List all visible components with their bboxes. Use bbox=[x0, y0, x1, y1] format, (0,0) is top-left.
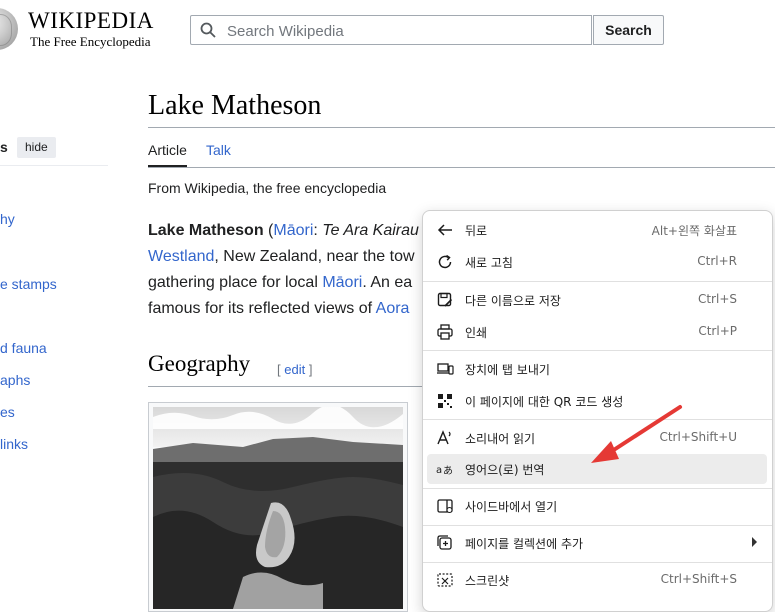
section-heading-geography: Geography bbox=[148, 351, 251, 376]
refresh-icon bbox=[438, 254, 452, 269]
maori-link[interactable]: Māori bbox=[273, 222, 313, 239]
menu-item-label: 페이지를 컬렉션에 추가 bbox=[465, 537, 584, 551]
menu-item-translate[interactable]: aあ 영어으(로) 번역 bbox=[427, 454, 767, 484]
translate-icon: aあ bbox=[436, 465, 453, 477]
menu-item-label: 인쇄 bbox=[465, 326, 488, 340]
menu-item-label: 영어으(로) 번역 bbox=[465, 463, 545, 477]
menu-item-print[interactable]: 인쇄 Ctrl+P bbox=[427, 317, 767, 347]
toc-item[interactable]: es bbox=[0, 404, 15, 420]
toc-item[interactable]: aphs bbox=[0, 372, 30, 388]
lead-line-4: famous for its reflected views of Aora bbox=[148, 300, 409, 318]
section-divider bbox=[148, 386, 428, 387]
collections-add-icon bbox=[437, 535, 452, 550]
save-as-icon bbox=[437, 292, 453, 307]
tabs-divider bbox=[148, 167, 775, 168]
menu-item-shortcut: Ctrl+S bbox=[697, 292, 737, 306]
menu-item-label: 스크린샷 bbox=[465, 574, 510, 588]
menu-item-qr-code[interactable]: 이 페이지에 대한 QR 코드 생성 bbox=[427, 386, 767, 416]
menu-separator bbox=[423, 562, 772, 563]
lead-subject: Lake Matheson bbox=[148, 222, 264, 239]
qr-code-icon bbox=[438, 394, 452, 408]
search-icon bbox=[200, 22, 216, 38]
title-divider bbox=[148, 127, 775, 128]
menu-item-send-to-device[interactable]: 장치에 탭 보내기 bbox=[427, 354, 767, 384]
browser-context-menu: 뒤로 Alt+왼쪽 화살표 새로 고침 Ctrl+R 다른 이름으로 저장 Ct… bbox=[422, 210, 773, 612]
lake-photo[interactable] bbox=[153, 407, 403, 609]
menu-separator bbox=[423, 281, 772, 282]
screenshot-icon bbox=[437, 573, 453, 587]
lead-text: . An ea bbox=[362, 274, 413, 291]
menu-separator bbox=[423, 488, 772, 489]
svg-text:a: a bbox=[436, 465, 442, 476]
lead-colon: : bbox=[313, 222, 323, 239]
toc-divider bbox=[0, 165, 108, 166]
westland-link[interactable]: Westland bbox=[148, 248, 214, 265]
menu-item-label: 새로 고침 bbox=[465, 256, 513, 270]
lead-paren: ( bbox=[263, 222, 274, 239]
menu-item-screenshot[interactable]: 스크린샷 Ctrl+Shift+S bbox=[427, 565, 767, 595]
menu-item-label: 이 페이지에 대한 QR 코드 생성 bbox=[465, 395, 624, 409]
lead-line-1: Lake Matheson (Māori: Te Ara Kairau bbox=[148, 222, 419, 240]
tab-article[interactable]: Article bbox=[148, 142, 187, 167]
lead-text: gathering place for local bbox=[148, 274, 323, 291]
lead-text: , New Zealand, near the tow bbox=[214, 248, 415, 265]
lead-line-3: gathering place for local Māori. An ea bbox=[148, 274, 412, 292]
menu-separator bbox=[423, 350, 772, 351]
menu-item-add-to-collection[interactable]: 페이지를 컬렉션에 추가 bbox=[427, 528, 767, 558]
toc-item[interactable]: e stamps bbox=[0, 276, 57, 292]
menu-separator bbox=[423, 525, 772, 526]
menu-item-label: 다른 이름으로 저장 bbox=[465, 294, 561, 308]
menu-item-refresh[interactable]: 새로 고침 Ctrl+R bbox=[427, 247, 767, 277]
wikipedia-tagline: The Free Encyclopedia bbox=[30, 34, 151, 49]
send-to-device-icon bbox=[437, 363, 454, 375]
menu-item-read-aloud[interactable]: 소리내어 읽기 Ctrl+Shift+U bbox=[427, 423, 767, 453]
search-input[interactable] bbox=[225, 16, 589, 46]
menu-item-back[interactable]: 뒤로 Alt+왼쪽 화살표 bbox=[427, 215, 767, 245]
infobox-image-frame bbox=[148, 402, 408, 612]
submenu-arrow-icon bbox=[752, 537, 757, 547]
toc-item[interactable]: d fauna bbox=[0, 340, 47, 356]
tab-talk[interactable]: Talk bbox=[206, 142, 231, 158]
toc-item[interactable]: hy bbox=[0, 211, 15, 227]
site-sub-text: From Wikipedia, the free encyclopedia bbox=[148, 180, 387, 196]
menu-item-label: 장치에 탭 보내기 bbox=[465, 363, 550, 377]
menu-item-label: 소리내어 읽기 bbox=[465, 432, 536, 446]
lead-line-2: Westland, New Zealand, near the tow bbox=[148, 248, 415, 266]
menu-item-shortcut: Ctrl+Shift+U bbox=[659, 430, 737, 444]
print-icon bbox=[437, 324, 453, 340]
menu-item-shortcut: Ctrl+Shift+S bbox=[660, 572, 737, 586]
section-edit-link: [ edit ] bbox=[277, 362, 312, 377]
menu-item-label: 뒤로 bbox=[465, 224, 488, 238]
search-box[interactable] bbox=[190, 15, 592, 46]
lead-text: famous for its reflected views of bbox=[148, 300, 376, 317]
toc-hide-button[interactable]: hide bbox=[17, 137, 56, 158]
menu-item-shortcut: Alt+왼쪽 화살표 bbox=[651, 224, 737, 238]
svg-text:あ: あ bbox=[443, 465, 453, 477]
search-button[interactable]: Search bbox=[593, 15, 664, 45]
toc-item[interactable]: links bbox=[0, 436, 28, 452]
maori-name: Te Ara Kairau bbox=[322, 222, 419, 239]
menu-item-label: 사이드바에서 열기 bbox=[465, 500, 558, 514]
menu-item-open-in-sidebar[interactable]: 사이드바에서 열기 bbox=[427, 491, 767, 521]
aoraki-link[interactable]: Aora bbox=[376, 300, 410, 317]
back-arrow-icon bbox=[437, 224, 452, 236]
read-aloud-icon bbox=[437, 430, 451, 445]
wikipedia-wordmark[interactable]: WIKIPEDIA bbox=[28, 8, 154, 34]
edit-link[interactable]: edit bbox=[284, 362, 305, 377]
menu-item-save-as[interactable]: 다른 이름으로 저장 Ctrl+S bbox=[427, 285, 767, 315]
sidebar-open-icon bbox=[437, 499, 453, 514]
menu-separator bbox=[423, 419, 772, 420]
menu-item-shortcut: Ctrl+R bbox=[697, 254, 737, 268]
page-title: Lake Matheson bbox=[148, 90, 322, 121]
edit-bracket-close: ] bbox=[305, 362, 313, 377]
toc-heading: s bbox=[0, 139, 8, 155]
maori-link[interactable]: Māori bbox=[322, 274, 362, 291]
menu-item-shortcut: Ctrl+P bbox=[698, 324, 737, 338]
wikipedia-globe-logo[interactable] bbox=[0, 8, 18, 50]
